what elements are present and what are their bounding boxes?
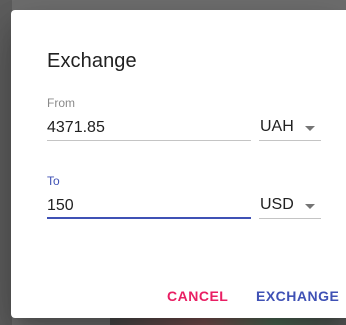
from-amount-input[interactable] [47,116,251,141]
from-currency-value: UAH [260,118,294,135]
to-amount-input[interactable] [47,194,251,219]
exchange-dialog: Exchange From UAH To USD CANCEL EXCHANGE [11,10,346,318]
to-label: To [47,174,60,188]
to-currency-value: USD [260,196,294,213]
chevron-down-icon [305,126,315,131]
background-artwork [110,318,346,325]
to-currency-select[interactable]: USD [259,194,321,219]
from-currency-select[interactable]: UAH [259,116,321,141]
from-label: From [47,96,75,110]
dialog-title: Exchange [47,50,137,72]
exchange-button[interactable]: EXCHANGE [248,278,346,314]
cancel-button[interactable]: CANCEL [159,278,236,314]
chevron-down-icon [305,204,315,209]
